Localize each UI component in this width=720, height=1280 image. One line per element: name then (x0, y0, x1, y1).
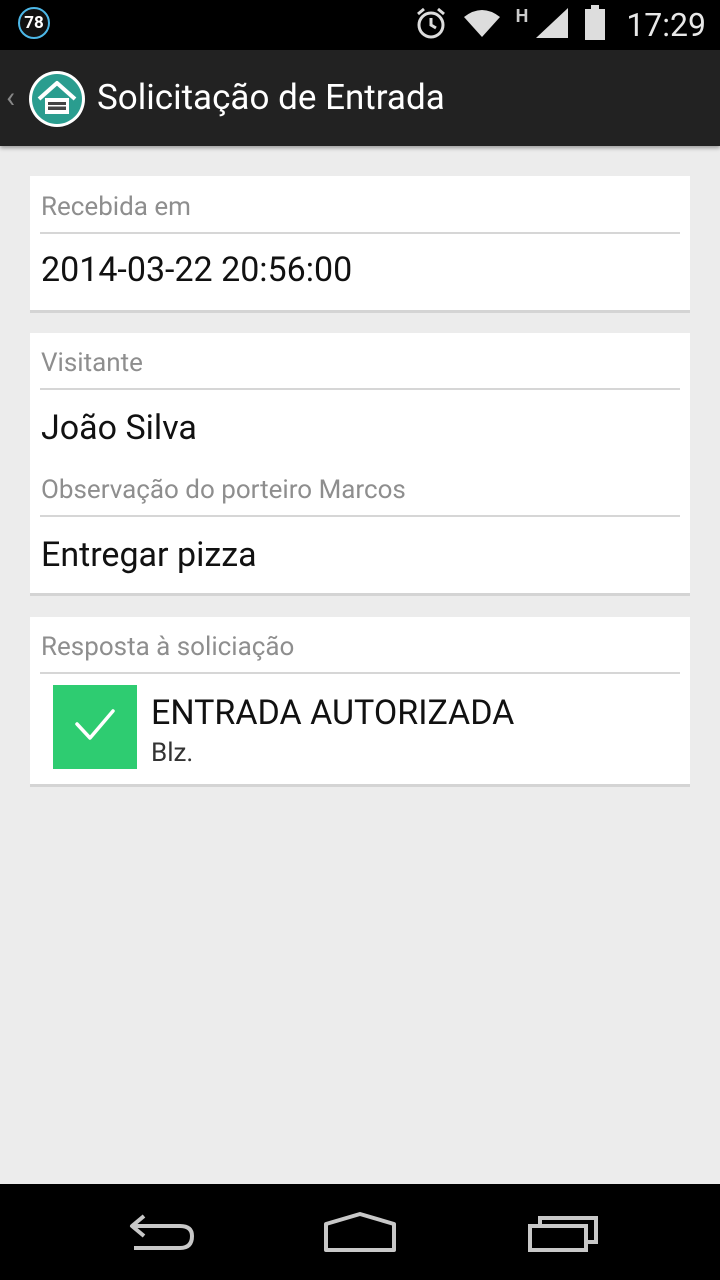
divider (40, 232, 680, 234)
divider (40, 388, 680, 390)
divider (40, 515, 680, 517)
status-bar: 78 H 17:29 (0, 0, 720, 50)
received-value: 2014-03-22 20:56:00 (41, 250, 353, 290)
nav-recents-icon[interactable] (524, 1208, 604, 1256)
received-card: Recebida em 2014-03-22 20:56:00 (30, 176, 690, 313)
observation-value: Entregar pizza (41, 535, 257, 575)
signal-icon (534, 6, 570, 44)
response-label: Resposta à soliciação (41, 632, 295, 662)
visitor-name: João Silva (41, 408, 197, 448)
nav-home-icon[interactable] (320, 1208, 400, 1256)
status-icons: H 17:29 (414, 0, 706, 50)
house-icon[interactable] (28, 70, 86, 128)
response-status: ENTRADA AUTORIZADA (151, 693, 515, 733)
alarm-icon (414, 6, 448, 44)
action-bar: ‹ Solicitação de Entrada (0, 50, 720, 146)
visitor-card: Visitante João Silva Observação do porte… (30, 333, 690, 596)
clock: 17:29 (626, 6, 706, 44)
network-type: H (515, 5, 529, 27)
notification-badge[interactable]: 78 (18, 7, 50, 39)
navigation-bar (0, 1184, 720, 1280)
check-icon (74, 708, 116, 746)
received-label: Recebida em (41, 192, 191, 222)
visitor-label: Visitante (41, 348, 143, 378)
back-chevron-icon[interactable]: ‹ (6, 80, 15, 116)
observation-label: Observação do porteiro Marcos (41, 475, 406, 505)
wifi-icon (462, 7, 502, 43)
divider (40, 672, 680, 674)
response-note: Blz. (151, 738, 194, 768)
page-title: Solicitação de Entrada (97, 77, 445, 118)
response-card: Resposta à soliciação ENTRADA AUTORIZADA… (30, 617, 690, 787)
nav-back-icon[interactable] (122, 1208, 202, 1256)
battery-icon (584, 5, 606, 45)
status-indicator (53, 685, 137, 769)
